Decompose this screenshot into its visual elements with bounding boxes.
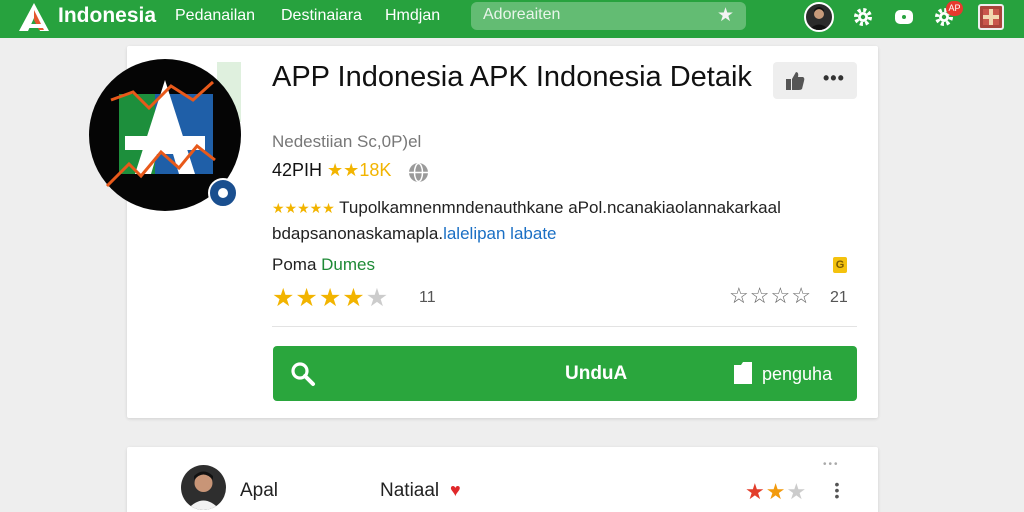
install-label[interactable]: UnduA	[565, 363, 627, 385]
content-rating-badge: G	[833, 257, 847, 273]
app-meta: 42PIH ★★18K	[272, 160, 391, 181]
app-rating-summary: ★★18K	[327, 160, 392, 180]
star-icon[interactable]: ★	[717, 4, 734, 27]
message-icon[interactable]	[893, 6, 915, 28]
developer-name[interactable]: Nedestiian Sc,0P)el	[272, 132, 421, 152]
genre-line: Poma Dumes	[272, 255, 375, 275]
globe-icon[interactable]	[408, 162, 429, 183]
review-star-3: ★	[786, 479, 808, 504]
app-description: ★★★★★ Tupolkamnenmndenauthkane aPol.ncan…	[272, 195, 832, 246]
app-title: APP Indonesia APK Indonesia Detaik	[272, 61, 752, 93]
review-star-1: ★	[745, 479, 766, 504]
genre-link[interactable]: Dumes	[321, 255, 375, 274]
review-more-icon[interactable]: • • •	[832, 477, 842, 503]
app-size: 42PIH	[272, 160, 323, 180]
gift-icon[interactable]	[978, 4, 1004, 30]
nav-item-1[interactable]: Pedanailan	[175, 7, 255, 25]
notification-badge: AP	[946, 1, 963, 16]
search-icon[interactable]	[290, 361, 316, 387]
star-filled-1: ★	[272, 284, 296, 312]
user-avatar-icon	[809, 7, 829, 30]
star-outline-3[interactable]: ☆	[770, 283, 791, 308]
genre-prefix: Poma	[272, 255, 317, 274]
rating-count-left: 11	[419, 289, 436, 306]
more-icon[interactable]: •••	[823, 68, 845, 89]
reviewer-avatar[interactable]	[181, 465, 226, 510]
star-filled-3: ★	[318, 284, 343, 312]
rating-stars-right[interactable]: ☆☆☆☆	[729, 283, 812, 309]
nav-item-3[interactable]: Hmdjan	[385, 7, 440, 25]
star-filled-4: ★	[342, 284, 366, 312]
app-icon[interactable]	[89, 56, 241, 214]
divider	[272, 326, 857, 327]
settings-icon[interactable]	[852, 6, 874, 28]
rating-count-right: 21	[830, 289, 848, 306]
heart-icon[interactable]: ♥	[450, 480, 461, 501]
star-outline-1[interactable]: ☆	[729, 283, 750, 308]
review-title: Natiaal	[380, 480, 440, 501]
review-star-2: ★	[765, 479, 787, 504]
top-bar: Indonesia Pedanailan Destinaiara Hmdjan …	[0, 0, 1024, 38]
reviewer-avatar-icon	[187, 471, 220, 510]
action-box: •••	[773, 62, 857, 99]
install-button[interactable]: UnduA penguha	[273, 346, 857, 401]
description-stars: ★★★★★	[272, 200, 335, 216]
nav-item-2[interactable]: Destinaiara	[281, 7, 362, 25]
search-bar[interactable]: Adoreaiten ★	[471, 2, 746, 30]
star-outline-4[interactable]: ☆	[791, 283, 812, 308]
description-link[interactable]: lalelipan labate	[443, 224, 556, 243]
rating-stars-left: ★★★★★	[272, 283, 389, 313]
search-input[interactable]: Adoreaiten	[483, 6, 560, 24]
app-logo-icon[interactable]	[18, 2, 50, 32]
review-stars: ★★★	[745, 479, 807, 505]
secondary-action-label[interactable]: penguha	[762, 364, 832, 385]
reviewer-name: Apal	[240, 480, 279, 501]
review-dots-indicator: •••	[823, 459, 840, 470]
star-filled-2: ★	[295, 284, 319, 312]
star-empty-5: ★	[365, 284, 390, 312]
user-avatar[interactable]	[804, 2, 834, 32]
star-outline-2[interactable]: ☆	[750, 283, 771, 308]
gift-box-icon	[983, 9, 999, 25]
document-icon[interactable]	[733, 361, 753, 385]
thumbs-up-icon[interactable]	[784, 70, 806, 92]
brand-name[interactable]: Indonesia	[58, 4, 156, 28]
